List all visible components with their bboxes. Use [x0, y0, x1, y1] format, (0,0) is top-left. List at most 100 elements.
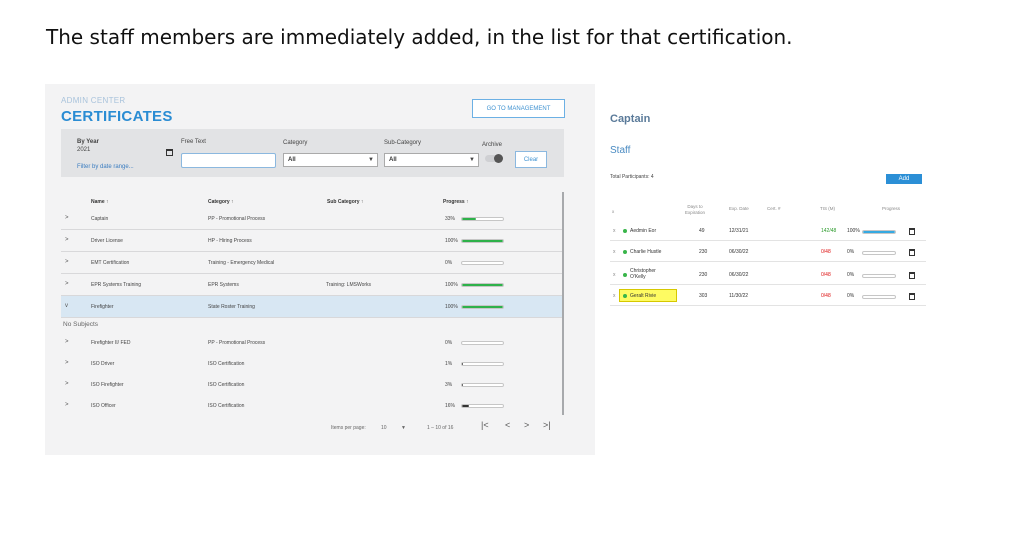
progress-bar [862, 295, 896, 299]
row-category: PP - Promotional Process [208, 340, 266, 346]
chevron-icon[interactable]: > [65, 360, 69, 366]
remove-icon[interactable]: x [613, 228, 616, 234]
row-progress-text: 0% [445, 260, 453, 266]
add-button[interactable]: Add [886, 174, 922, 184]
subcategory-select[interactable]: All ▼ [384, 153, 479, 167]
progress-bar-fill [462, 384, 464, 386]
last-page-button[interactable]: >| [543, 420, 551, 430]
column-header-cert[interactable]: Cert. # [767, 206, 781, 212]
go-to-management-button[interactable]: GO TO MANAGEMENT [472, 99, 565, 118]
chevron-icon[interactable]: > [65, 215, 69, 221]
table-row[interactable]: > ISO Driver ISO Certification 1% [61, 353, 564, 375]
row-category: ISO Certification [208, 403, 245, 409]
progress-bar-fill [462, 218, 476, 220]
remove-icon[interactable]: x [613, 293, 616, 299]
trash-icon[interactable] [909, 293, 915, 300]
status-dot [623, 229, 627, 233]
first-page-button[interactable]: |< [481, 420, 489, 430]
column-header-name[interactable]: Name ↑ [91, 199, 109, 205]
year-value[interactable]: 2021 [77, 147, 90, 153]
category-select[interactable]: All ▼ [283, 153, 378, 167]
table-row[interactable]: v Firefighter State Roster Training 100% [61, 296, 564, 318]
staff-row[interactable]: x Christopher O'Kelly 230 06/30/22 0/48 0% [610, 265, 926, 285]
progress-bar [461, 239, 504, 243]
row-progress-text: 100% [445, 282, 458, 288]
trash-icon[interactable] [909, 272, 915, 279]
items-per-page-label: Items per page: [331, 425, 366, 431]
days-to-expiration: 303 [699, 293, 708, 299]
column-header-progress[interactable]: Progress ↑ [443, 199, 469, 205]
progress-bar [461, 341, 504, 345]
staff-row[interactable]: x Aedmin Eor 49 12/31/21 142/48 100% [610, 221, 926, 241]
staff-name: Aedmin Eor [630, 228, 657, 234]
column-header-tis[interactable]: TIS (M) [820, 206, 835, 212]
row-progress-text: 0% [445, 340, 453, 346]
calendar-icon[interactable] [166, 149, 173, 156]
remove-icon[interactable]: x [613, 249, 616, 255]
trash-icon[interactable] [909, 228, 915, 235]
progress-bar [461, 217, 504, 221]
tis-value: 0/48 [821, 293, 831, 299]
next-page-button[interactable]: > [524, 420, 529, 430]
chevron-icon[interactable]: > [65, 259, 69, 265]
category-select-value: All [288, 157, 296, 163]
by-year-label: By Year [77, 139, 99, 145]
chevron-icon[interactable]: > [65, 281, 69, 287]
prev-page-button[interactable]: < [505, 420, 510, 430]
progress-bar-fill [462, 284, 503, 286]
row-progress-text: 1% [445, 361, 453, 367]
table-row[interactable]: > Firefighter II/ FED PP - Promotional Pro… [61, 332, 564, 354]
progress-text: 100% [847, 228, 860, 234]
archive-label: Archive [482, 142, 503, 148]
table-row[interactable]: > ISO Firefighter ISO Certification 3% [61, 374, 564, 396]
archive-toggle[interactable] [485, 154, 503, 163]
column-header-days[interactable]: Days to Expiration [681, 204, 709, 216]
progress-bar [461, 383, 504, 387]
tis-value: 0/48 [821, 249, 831, 255]
chevron-icon[interactable]: > [65, 381, 69, 387]
exp-date: 12/31/21 [729, 228, 749, 234]
progress-bar [862, 251, 896, 255]
chevron-icon[interactable]: > [65, 402, 69, 408]
column-header-exp-date[interactable]: Exp. Date [729, 206, 749, 212]
table-row[interactable]: > EPR Systems Training EPR Systems Training… [61, 274, 564, 296]
chevron-icon[interactable]: > [65, 339, 69, 345]
chevron-icon[interactable]: > [65, 237, 69, 243]
clear-button[interactable]: Clear [515, 151, 547, 168]
progress-bar [461, 283, 504, 287]
table-row[interactable]: > Driver License HP - Hiring Process 100% [61, 230, 564, 252]
remove-icon[interactable]: x [613, 272, 616, 278]
free-text-input[interactable] [181, 153, 276, 168]
scrollbar[interactable] [562, 192, 564, 415]
certificate-title: Captain [610, 113, 651, 125]
chevron-icon[interactable]: v [65, 303, 68, 309]
progress-text: 0% [847, 272, 855, 278]
row-progress-text: 100% [445, 238, 458, 244]
filter-by-date-link[interactable]: Filter by date range... [77, 164, 134, 170]
subcategory-label: Sub-Category [384, 140, 422, 146]
trash-icon[interactable] [909, 249, 915, 256]
row-name: Firefighter II/ FED [91, 340, 131, 346]
row-category: ISO Certification [208, 382, 245, 388]
items-per-page-select[interactable]: 10 [381, 425, 387, 431]
row-category: HP - Hiring Process [208, 238, 252, 244]
table-row[interactable]: > ISO Officer ISO Certification 16% [61, 395, 564, 417]
toggle-knob [494, 154, 503, 163]
column-header-subcategory[interactable]: Sub Category ↑ [327, 199, 363, 205]
days-to-expiration: 49 [699, 228, 705, 234]
progress-text: 0% [847, 249, 855, 255]
staff-name: Charlie Hustle [630, 249, 662, 255]
page-title: CERTIFICATES [61, 108, 173, 125]
table-row[interactable]: > Captain PP - Promotional Process 33% [61, 208, 564, 230]
exp-date: 06/30/22 [729, 249, 749, 255]
table-row[interactable]: > EMT Certification Training - Emergency M… [61, 252, 564, 274]
row-progress-text: 100% [445, 304, 458, 310]
staff-row[interactable]: x Charlie Hustle 230 06/30/22 0/48 0% [610, 242, 926, 262]
tis-value: 142/48 [821, 228, 837, 234]
column-header-progress[interactable]: Progress [882, 206, 900, 212]
row-category: PP - Promotional Process [208, 216, 266, 222]
staff-row[interactable]: x Geralt Rivie 303 11/30/22 0/48 0% [610, 286, 926, 306]
staff-label: Staff [610, 145, 631, 156]
column-header-category[interactable]: Category ↑ [208, 199, 234, 205]
chevron-down-icon[interactable]: ▼ [401, 425, 406, 431]
